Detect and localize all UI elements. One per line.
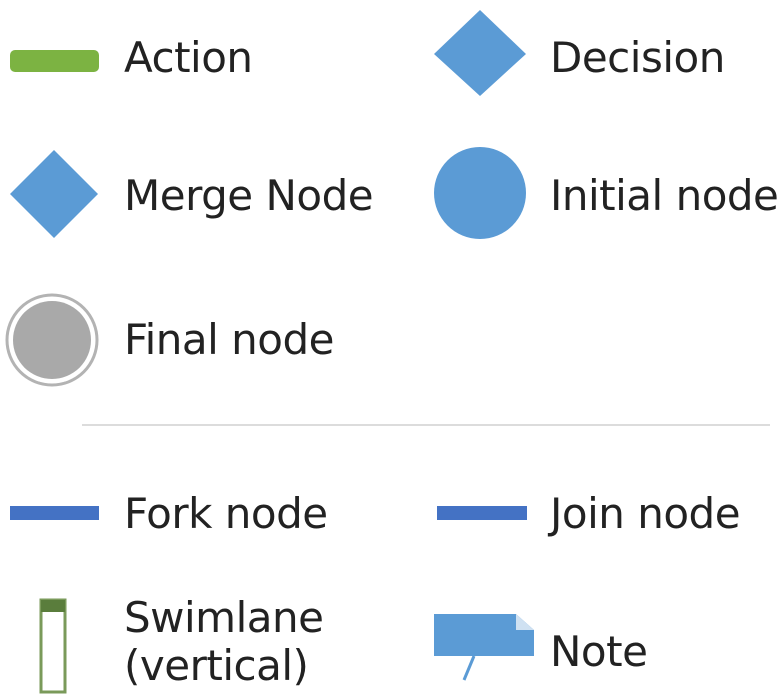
shape-label: Note (550, 627, 648, 676)
shape-label-line2: (vertical) (124, 641, 309, 690)
shape-label: Join node (550, 489, 741, 538)
shape-fork-node[interactable]: Fork node (0, 466, 380, 566)
shape-label: Decision (550, 33, 725, 82)
ringed-circle-icon (5, 293, 99, 387)
shape-label: Final node (124, 315, 334, 364)
diamond-icon (434, 10, 526, 96)
shape-note[interactable]: Note (430, 600, 730, 700)
filled-circle-icon (434, 147, 526, 239)
shape-merge-node[interactable]: Merge Node (0, 146, 420, 246)
section-divider (82, 424, 770, 426)
diamond-icon (10, 150, 98, 238)
shape-label: Fork node (124, 489, 328, 538)
shape-final-node[interactable]: Final node (0, 290, 400, 390)
shape-action[interactable]: Action (0, 8, 300, 108)
vertical-swimlane-icon (39, 598, 67, 694)
bar-icon (437, 506, 527, 520)
shape-label-line1: Swimlane (124, 593, 324, 642)
shape-decision[interactable]: Decision (430, 8, 760, 108)
shape-label: Action (124, 33, 253, 82)
action-bar-icon (10, 50, 99, 72)
shape-join-node[interactable]: Join node (430, 466, 770, 566)
shape-label: Initial node (550, 171, 778, 220)
shape-label: Merge Node (124, 171, 374, 220)
bar-icon (10, 506, 99, 520)
shape-initial-node[interactable]: Initial node (430, 146, 778, 246)
shape-swimlane-vertical[interactable]: Swimlane (vertical) (0, 590, 380, 700)
note-icon (434, 614, 534, 681)
